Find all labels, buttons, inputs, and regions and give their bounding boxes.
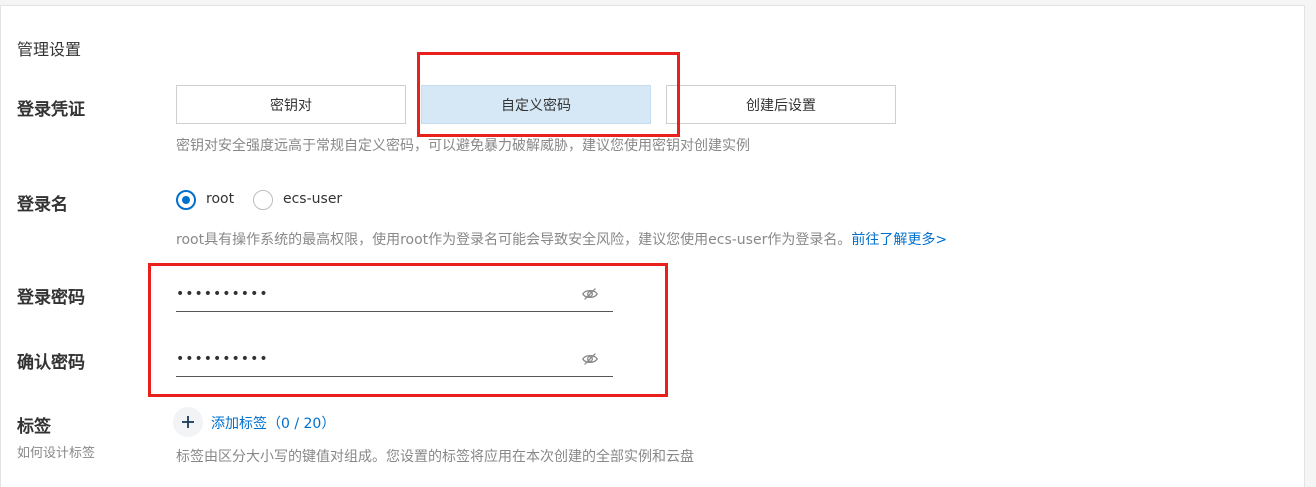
credential-hint: 密钥对安全强度远高于常规自定义密码，可以避免暴力破解威胁，建议您使用密钥对创建实… [176,138,750,154]
tag-count: （0 / 20） [267,416,336,432]
radio-ecs-user[interactable] [253,190,273,210]
confirm-password-label: 确认密码 [17,353,85,373]
eye-off-icon[interactable] [581,285,599,303]
tag-design-link[interactable]: 如何设计标签 [17,442,95,461]
radio-root[interactable] [176,190,196,210]
plus-icon [182,416,194,428]
eye-off-icon[interactable] [581,350,599,368]
password-label: 登录密码 [17,288,85,308]
confirm-password-field [176,341,613,377]
add-tag-text: 添加标签 [211,416,267,432]
confirm-password-input[interactable] [176,347,566,371]
credential-label: 登录凭证 [17,100,85,120]
login-name-label: 登录名 [17,195,68,215]
password-input[interactable] [176,282,566,306]
radio-ecs-user-label[interactable]: ecs-user [283,191,342,207]
credential-option-set-later[interactable]: 创建后设置 [666,85,896,124]
learn-more-link[interactable]: 前往了解更多> [851,232,947,248]
section-title: 管理设置 [17,40,82,59]
password-field [176,276,613,312]
add-tag-button[interactable] [173,407,203,437]
tags-hint: 标签由区分大小写的键值对组成。您设置的标签将应用在本次创建的全部实例和云盘 [176,449,694,465]
tags-label: 标签 [17,417,51,437]
radio-root-label[interactable]: root [206,191,234,207]
credential-option-custom-password[interactable]: 自定义密码 [421,85,651,124]
login-name-hint: root具有操作系统的最高权限，使用root作为登录名可能会导致安全风险，建议您… [176,229,947,249]
add-tag-link[interactable]: 添加标签（0 / 20） [211,413,335,433]
login-name-hint-text: root具有操作系统的最高权限，使用root作为登录名可能会导致安全风险，建议您… [176,232,852,248]
credential-option-keypair[interactable]: 密钥对 [176,85,406,124]
